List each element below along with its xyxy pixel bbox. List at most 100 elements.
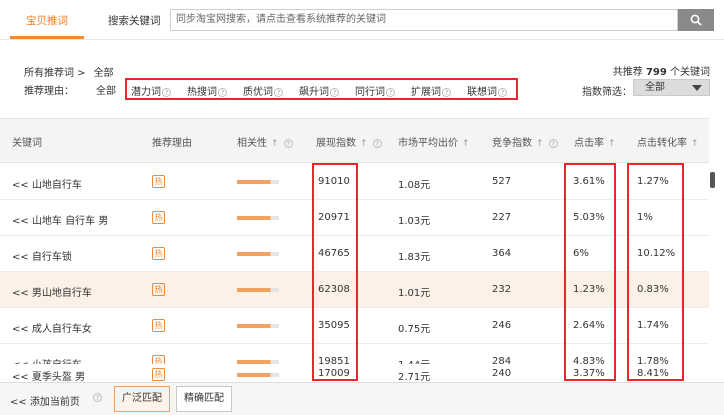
sort-arrow-icon: ↑	[271, 139, 279, 149]
table-row[interactable]: << 自行车锁 热 46765 1.83元 364 6% 10.12%	[0, 236, 709, 272]
search-button[interactable]	[678, 9, 714, 31]
reason-label-quality: 质优词	[243, 87, 273, 98]
table-header: 关键词 推荐理由 相关性 ↑? 展现指数 ↑? 市场平均出价 ↑ 竞争指数 ↑? 点击率…	[0, 118, 709, 163]
tab-search-keywords[interactable]: 搜索关键词	[108, 9, 161, 33]
total-count: 共推荐 799 个关键词	[613, 63, 710, 78]
header-ctr-label: 点击率	[574, 138, 604, 149]
cvr-cell: 1%	[637, 212, 653, 223]
help-icon: ?	[372, 139, 382, 148]
table-row[interactable]: << 山地自行车 热 91010 1.08元 527 3.61% 1.27%	[0, 164, 709, 200]
header-cvr[interactable]: 点击转化率 ↑	[637, 134, 699, 149]
reason-item-peer[interactable]: 同行词?	[355, 83, 395, 98]
competition-cell: 364	[492, 248, 512, 259]
keyword-cell[interactable]: << 夏季头盔 男	[12, 368, 85, 383]
cvr-cell: 1.27%	[637, 176, 669, 187]
table-row[interactable]: << 男山地自行车 热 62308 1.01元 232 1.23% 0.83%	[0, 272, 709, 308]
reason-item-quality[interactable]: 质优词?	[243, 83, 283, 98]
reason-item-potential[interactable]: 潜力词?	[131, 83, 171, 98]
index-filter-value: 全部	[645, 82, 665, 93]
index-filter-select[interactable]: 全部	[633, 79, 710, 96]
avg-bid-cell: 0.75元	[398, 324, 431, 335]
reason-label-extended: 扩展词	[411, 87, 441, 98]
header-impressions[interactable]: 展现指数 ↑?	[316, 134, 382, 149]
keyword-cell[interactable]: << 自行车锁	[12, 248, 72, 263]
total-prefix: 共推荐	[612, 67, 643, 78]
avg-bid-cell: 1.03元	[398, 216, 431, 227]
reason-item-hot-search[interactable]: 热搜词?	[187, 83, 227, 98]
reason-item-extended[interactable]: 扩展词?	[411, 83, 451, 98]
header-competition-label: 竞争指数	[492, 138, 532, 149]
add-current-page-button[interactable]: << 添加当前页	[10, 393, 80, 408]
help-icon: ?	[442, 88, 451, 97]
sort-arrow-icon: ↑	[608, 139, 616, 149]
help-icon: ?	[330, 88, 339, 97]
competition-cell: 227	[492, 212, 512, 223]
relevance-bar	[237, 180, 279, 184]
header-competition[interactable]: 竞争指数 ↑?	[492, 134, 558, 149]
cvr-cell: 10.12%	[637, 248, 676, 259]
bottom-bar: << 添加当前页 ? 广泛匹配 精确匹配	[0, 382, 724, 415]
total-number: 799	[645, 67, 667, 78]
ctr-cell: 1.23%	[573, 284, 605, 295]
table-row[interactable]: << 成人自行车女 热 35095 0.75元 246 2.64% 1.74%	[0, 308, 709, 344]
ctr-cell: 6%	[573, 248, 589, 259]
hot-badge: 热	[152, 211, 165, 224]
sort-arrow-icon: ↑	[536, 139, 544, 149]
impressions-cell: 17009	[318, 368, 350, 379]
reason-label-potential: 潜力词	[131, 87, 161, 98]
reason-item-rising[interactable]: 飙升词?	[299, 83, 339, 98]
reason-all-option[interactable]: 全部	[96, 82, 116, 97]
tab-item-recommend[interactable]: 宝贝推词	[26, 9, 68, 33]
ctr-cell: 5.03%	[573, 212, 605, 223]
breadcrumb-label: 所有推荐词 >	[24, 68, 86, 79]
header-avg-bid-label: 市场平均出价	[398, 138, 458, 149]
keyword-cell[interactable]: << 男山地自行车	[12, 284, 92, 299]
ctr-cell: 2.64%	[573, 320, 605, 331]
impressions-cell: 62308	[318, 284, 350, 295]
header-avg-bid[interactable]: 市场平均出价 ↑	[398, 134, 470, 149]
help-icon: ?	[498, 88, 507, 97]
exact-match-button[interactable]: 精确匹配	[176, 386, 232, 412]
impressions-cell: 46765	[318, 248, 350, 259]
competition-cell: 240	[492, 368, 512, 379]
relevance-bar	[237, 288, 279, 292]
reason-label: 推荐理由：	[24, 86, 74, 97]
relevance-bar	[237, 324, 279, 328]
reason-item-associated[interactable]: 联想词?	[467, 83, 507, 98]
hot-badge: 热	[152, 247, 165, 260]
keyword-cell[interactable]: << 山地车 自行车 男	[12, 212, 108, 227]
avg-bid-cell: 1.83元	[398, 252, 431, 263]
ctr-cell: 3.37%	[573, 368, 605, 379]
total-suffix: 个关键词	[670, 67, 710, 78]
help-icon: ?	[218, 88, 227, 97]
keyword-cell[interactable]: << 成人自行车女	[12, 320, 92, 335]
broad-match-button[interactable]: 广泛匹配	[114, 386, 170, 412]
impressions-cell: 91010	[318, 176, 350, 187]
keyword-cell[interactable]: << 山地自行车	[12, 176, 82, 191]
caret-down-icon	[692, 85, 702, 91]
scrollbar-thumb[interactable]	[710, 172, 715, 188]
hot-badge: 热	[152, 319, 165, 332]
table-row[interactable]: << 山地车 自行车 男 热 20971 1.03元 227 5.03% 1%	[0, 200, 709, 236]
search-input[interactable]: 同步淘宝网搜索，请点击查看系统推荐的关键词	[170, 9, 678, 31]
header-impressions-label: 展现指数	[316, 138, 356, 149]
reason-label-rising: 飙升词	[299, 87, 329, 98]
avg-bid-cell: 1.01元	[398, 288, 431, 299]
breadcrumb-value[interactable]: 全部	[94, 68, 114, 79]
search-icon	[690, 14, 702, 26]
relevance-bar	[237, 373, 279, 377]
reason-label-peer: 同行词	[355, 87, 385, 98]
header-cvr-label: 点击转化率	[637, 138, 687, 149]
index-filter-label: 指数筛选：	[582, 87, 632, 98]
impressions-cell: 35095	[318, 320, 350, 331]
avg-bid-cell: 2.71元	[398, 372, 431, 383]
header-reason: 推荐理由	[152, 138, 192, 149]
header-ctr[interactable]: 点击率 ↑	[574, 134, 616, 149]
cvr-cell: 0.83%	[637, 284, 669, 295]
relevance-bar	[237, 216, 279, 220]
header-relevance[interactable]: 相关性 ↑?	[237, 134, 293, 149]
top-bar: 宝贝推词 搜索关键词 同步淘宝网搜索，请点击查看系统推荐的关键词	[0, 0, 724, 40]
competition-cell: 232	[492, 284, 512, 295]
active-tab-indicator	[10, 36, 84, 39]
breadcrumb: 所有推荐词 > 全部	[24, 64, 114, 79]
